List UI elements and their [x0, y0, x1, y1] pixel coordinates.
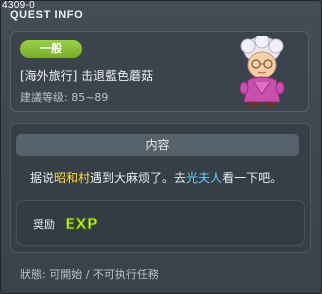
description-text: 据说	[30, 171, 55, 185]
recommended-level: 建議等级: 85~89	[20, 91, 109, 104]
exp-icon-text: EXP	[65, 215, 98, 233]
quest-name: [海外旅行] 击退藍色蘑菇	[20, 69, 154, 83]
description-text: 遇到大麻烦了。去	[90, 171, 187, 185]
description-text: 看一下吧。	[222, 171, 283, 185]
quest-description: 据说昭和村遇到大麻烦了。去光夫人看一下吧。	[30, 169, 282, 186]
npc-portrait-icon	[239, 36, 285, 108]
quest-category-badge: 一般	[20, 40, 82, 58]
npc-name-link: 光夫人	[186, 171, 223, 185]
window-title[interactable]: QUEST INFO	[10, 9, 83, 21]
content-header: 内容	[16, 134, 299, 156]
place-name-link: 昭和村	[54, 171, 91, 185]
exp-icon[interactable]: EXP	[64, 212, 100, 234]
reward-box	[16, 200, 305, 246]
quest-status: 狀態: 可開始 / 不可执行任務	[20, 268, 159, 281]
reward-label: 奨励	[33, 218, 55, 231]
